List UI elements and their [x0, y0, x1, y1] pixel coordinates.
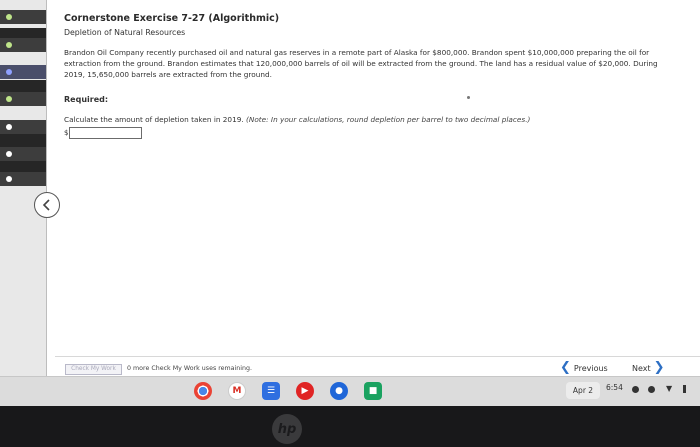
calculation-prompt: Calculate the amount of depletion taken … [64, 115, 530, 124]
laptop-bezel [0, 406, 700, 447]
check-my-work-button[interactable]: Check My Work [65, 364, 122, 375]
chat-icon[interactable]: ● [330, 382, 348, 400]
calculation-note: (Note: In your calculations, round deple… [246, 115, 531, 124]
cursor-marker [467, 96, 470, 99]
previous-button[interactable]: ❮ Previous [560, 360, 608, 375]
sidebar-item-7[interactable] [0, 172, 46, 186]
question-title: Cornerstone Exercise 7-27 (Algorithmic) [64, 13, 280, 24]
check-my-work-note: 0 more Check My Work uses remaining. [127, 365, 253, 372]
completed-dot-icon [6, 42, 12, 48]
previous-label: Previous [573, 363, 608, 373]
chevron-left-icon [42, 199, 50, 211]
currency-symbol: $ [64, 129, 69, 137]
question-panel: Cornerstone Exercise 7-27 (Algorithmic) … [47, 0, 700, 376]
question-subtitle: Depletion of Natural Resources [64, 28, 186, 37]
docs-icon[interactable]: ☰ [262, 382, 280, 400]
assignment-sidebar [0, 0, 47, 376]
depletion-answer-input[interactable] [69, 127, 143, 139]
question-body-line: 2019, 15,650,000 barrels are extracted f… [64, 70, 272, 80]
meet-icon[interactable]: ■ [364, 382, 382, 400]
completed-dot-icon [6, 96, 12, 102]
dot-icon [6, 151, 12, 157]
next-label: Next [632, 363, 651, 373]
chevron-right-icon: ❯ [653, 360, 665, 375]
chevron-left-icon: ❮ [560, 360, 571, 375]
current-dot-icon [6, 69, 12, 75]
gmail-icon[interactable]: M [228, 382, 246, 400]
youtube-icon[interactable]: ▶ [296, 382, 314, 400]
calculation-prompt-text: Calculate the amount of depletion taken … [64, 115, 244, 124]
tray-time[interactable]: 6:54 [606, 383, 623, 392]
wifi-icon[interactable]: ▼ [666, 384, 672, 393]
footer-divider [55, 356, 700, 357]
sidebar-item-6[interactable] [0, 147, 46, 161]
question-body-line: Brandon Oil Company recently purchased o… [64, 48, 650, 57]
answer-row: $ [64, 127, 143, 139]
question-body-line: extraction from the ground. Brandon esti… [64, 59, 658, 69]
next-button[interactable]: Next ❯ [632, 360, 665, 375]
sidebar-item-5[interactable] [0, 120, 46, 134]
sidebar-item-current[interactable] [0, 65, 46, 79]
sidebar-item-4[interactable] [0, 92, 46, 106]
completed-dot-icon [6, 14, 12, 20]
taskbar: M ☰ ▶ ● ■ Apr 2 6:54 ▼ [0, 376, 700, 407]
sidebar-item-2[interactable] [0, 38, 46, 52]
notification-icon[interactable] [632, 386, 639, 393]
dot-icon [6, 124, 12, 130]
required-label: Required: [64, 95, 109, 104]
account-icon[interactable] [648, 386, 655, 393]
collapse-sidebar-button[interactable] [34, 192, 60, 218]
sidebar-item-1[interactable] [0, 10, 46, 24]
dot-icon [6, 176, 12, 182]
battery-icon[interactable] [683, 385, 686, 393]
tray-date[interactable]: Apr 2 [566, 382, 600, 399]
question-body: Brandon Oil Company recently purchased o… [64, 47, 676, 81]
chrome-icon[interactable] [194, 382, 212, 400]
hp-logo-icon: hp [272, 414, 302, 444]
